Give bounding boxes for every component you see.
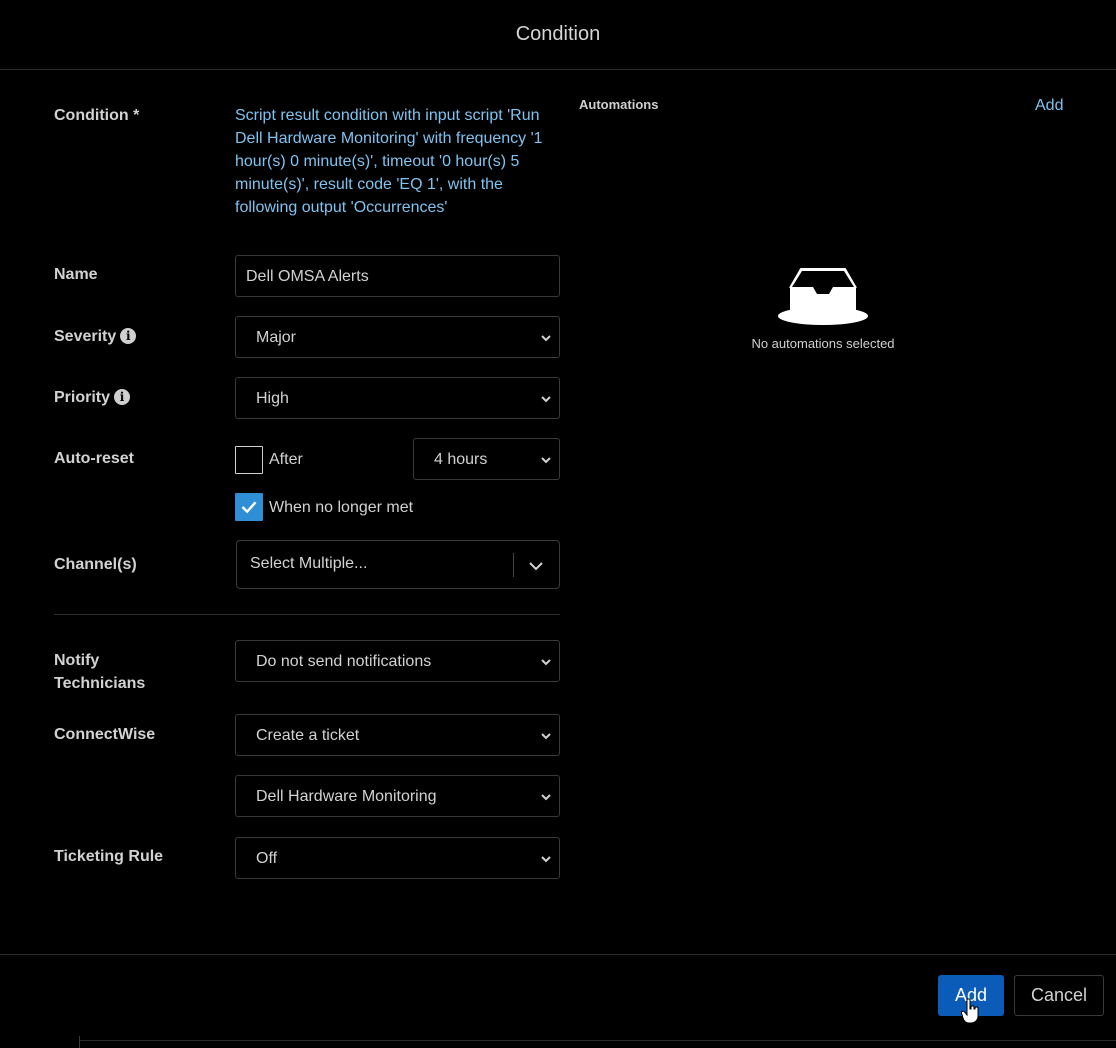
name-input-value: Dell OMSA Alerts <box>246 268 369 285</box>
chevron-down-icon <box>541 659 551 666</box>
ticketing-rule-value: Off <box>256 850 278 867</box>
chevron-down-icon <box>541 457 551 464</box>
bottom-edge-line <box>80 1040 1116 1041</box>
notify-label-line2: Technicians <box>54 675 146 692</box>
footer-divider <box>0 954 1116 955</box>
after-duration-select[interactable]: 4 hours <box>413 438 560 480</box>
ticketing-rule-select[interactable]: Off <box>235 837 560 879</box>
when-no-longer-met-checkbox[interactable] <box>235 493 263 521</box>
channels-label: Channel(s) <box>54 556 137 573</box>
connectwise-board-select[interactable]: Dell Hardware Monitoring <box>235 775 560 817</box>
chevron-down-icon <box>541 733 551 740</box>
automations-title: Automations <box>579 97 659 112</box>
when-no-longer-met-label: When no longer met <box>269 499 414 516</box>
add-automation-link[interactable]: Add <box>1035 97 1063 115</box>
notify-technicians-label: Notify Technicians <box>54 649 145 695</box>
name-label: Name <box>54 266 98 283</box>
after-duration-value: 4 hours <box>434 451 488 468</box>
ticketing-rule-label: Ticketing Rule <box>54 848 164 865</box>
severity-label: Severity i <box>54 325 137 348</box>
connectwise-label: ConnectWise <box>54 726 156 743</box>
after-label: After <box>269 451 303 468</box>
chevron-down-icon <box>541 396 551 403</box>
chevron-down-icon <box>541 856 551 863</box>
after-checkbox[interactable] <box>235 446 263 474</box>
severity-select[interactable]: Major <box>235 316 560 358</box>
priority-select[interactable]: High <box>235 377 560 419</box>
priority-value: High <box>256 390 289 407</box>
multiselect-separator <box>513 553 514 577</box>
chevron-down-icon <box>541 335 551 342</box>
dialog-title: Condition <box>515 23 601 45</box>
section-divider <box>54 614 560 615</box>
info-icon[interactable]: i <box>120 328 137 344</box>
condition-label: Condition * <box>54 107 140 124</box>
condition-description[interactable]: Script result condition with input scrip… <box>235 104 560 219</box>
name-input[interactable]: Dell OMSA Alerts <box>235 255 560 297</box>
chevron-down-icon <box>541 794 551 801</box>
checkmark-icon <box>241 501 257 514</box>
hand-cursor-icon <box>961 998 979 1024</box>
inbox-tray-icon <box>778 268 868 325</box>
autoreset-label: Auto-reset <box>54 450 135 467</box>
notify-technicians-select[interactable]: Do not send notifications <box>235 640 560 682</box>
connectwise-action-select[interactable]: Create a ticket <box>235 714 560 756</box>
priority-label-text: Priority <box>54 389 111 406</box>
cancel-button[interactable]: Cancel <box>1014 975 1104 1016</box>
connectwise-action-value: Create a ticket <box>256 727 360 744</box>
notify-value: Do not send notifications <box>256 653 432 670</box>
priority-label: Priority i <box>54 386 131 409</box>
channels-multiselect[interactable]: Select Multiple... <box>236 540 560 589</box>
notify-label-line1: Notify <box>54 652 100 669</box>
chevron-down-icon[interactable] <box>527 557 545 575</box>
dialog-header: Condition <box>0 0 1116 70</box>
bottom-edge-marker <box>79 1036 80 1048</box>
no-automations-message: No automations selected <box>751 336 895 351</box>
info-icon[interactable]: i <box>114 389 131 405</box>
severity-label-text: Severity <box>54 328 117 345</box>
severity-value: Major <box>256 329 297 346</box>
connectwise-board-value: Dell Hardware Monitoring <box>256 788 437 805</box>
channels-placeholder: Select Multiple... <box>250 555 368 572</box>
